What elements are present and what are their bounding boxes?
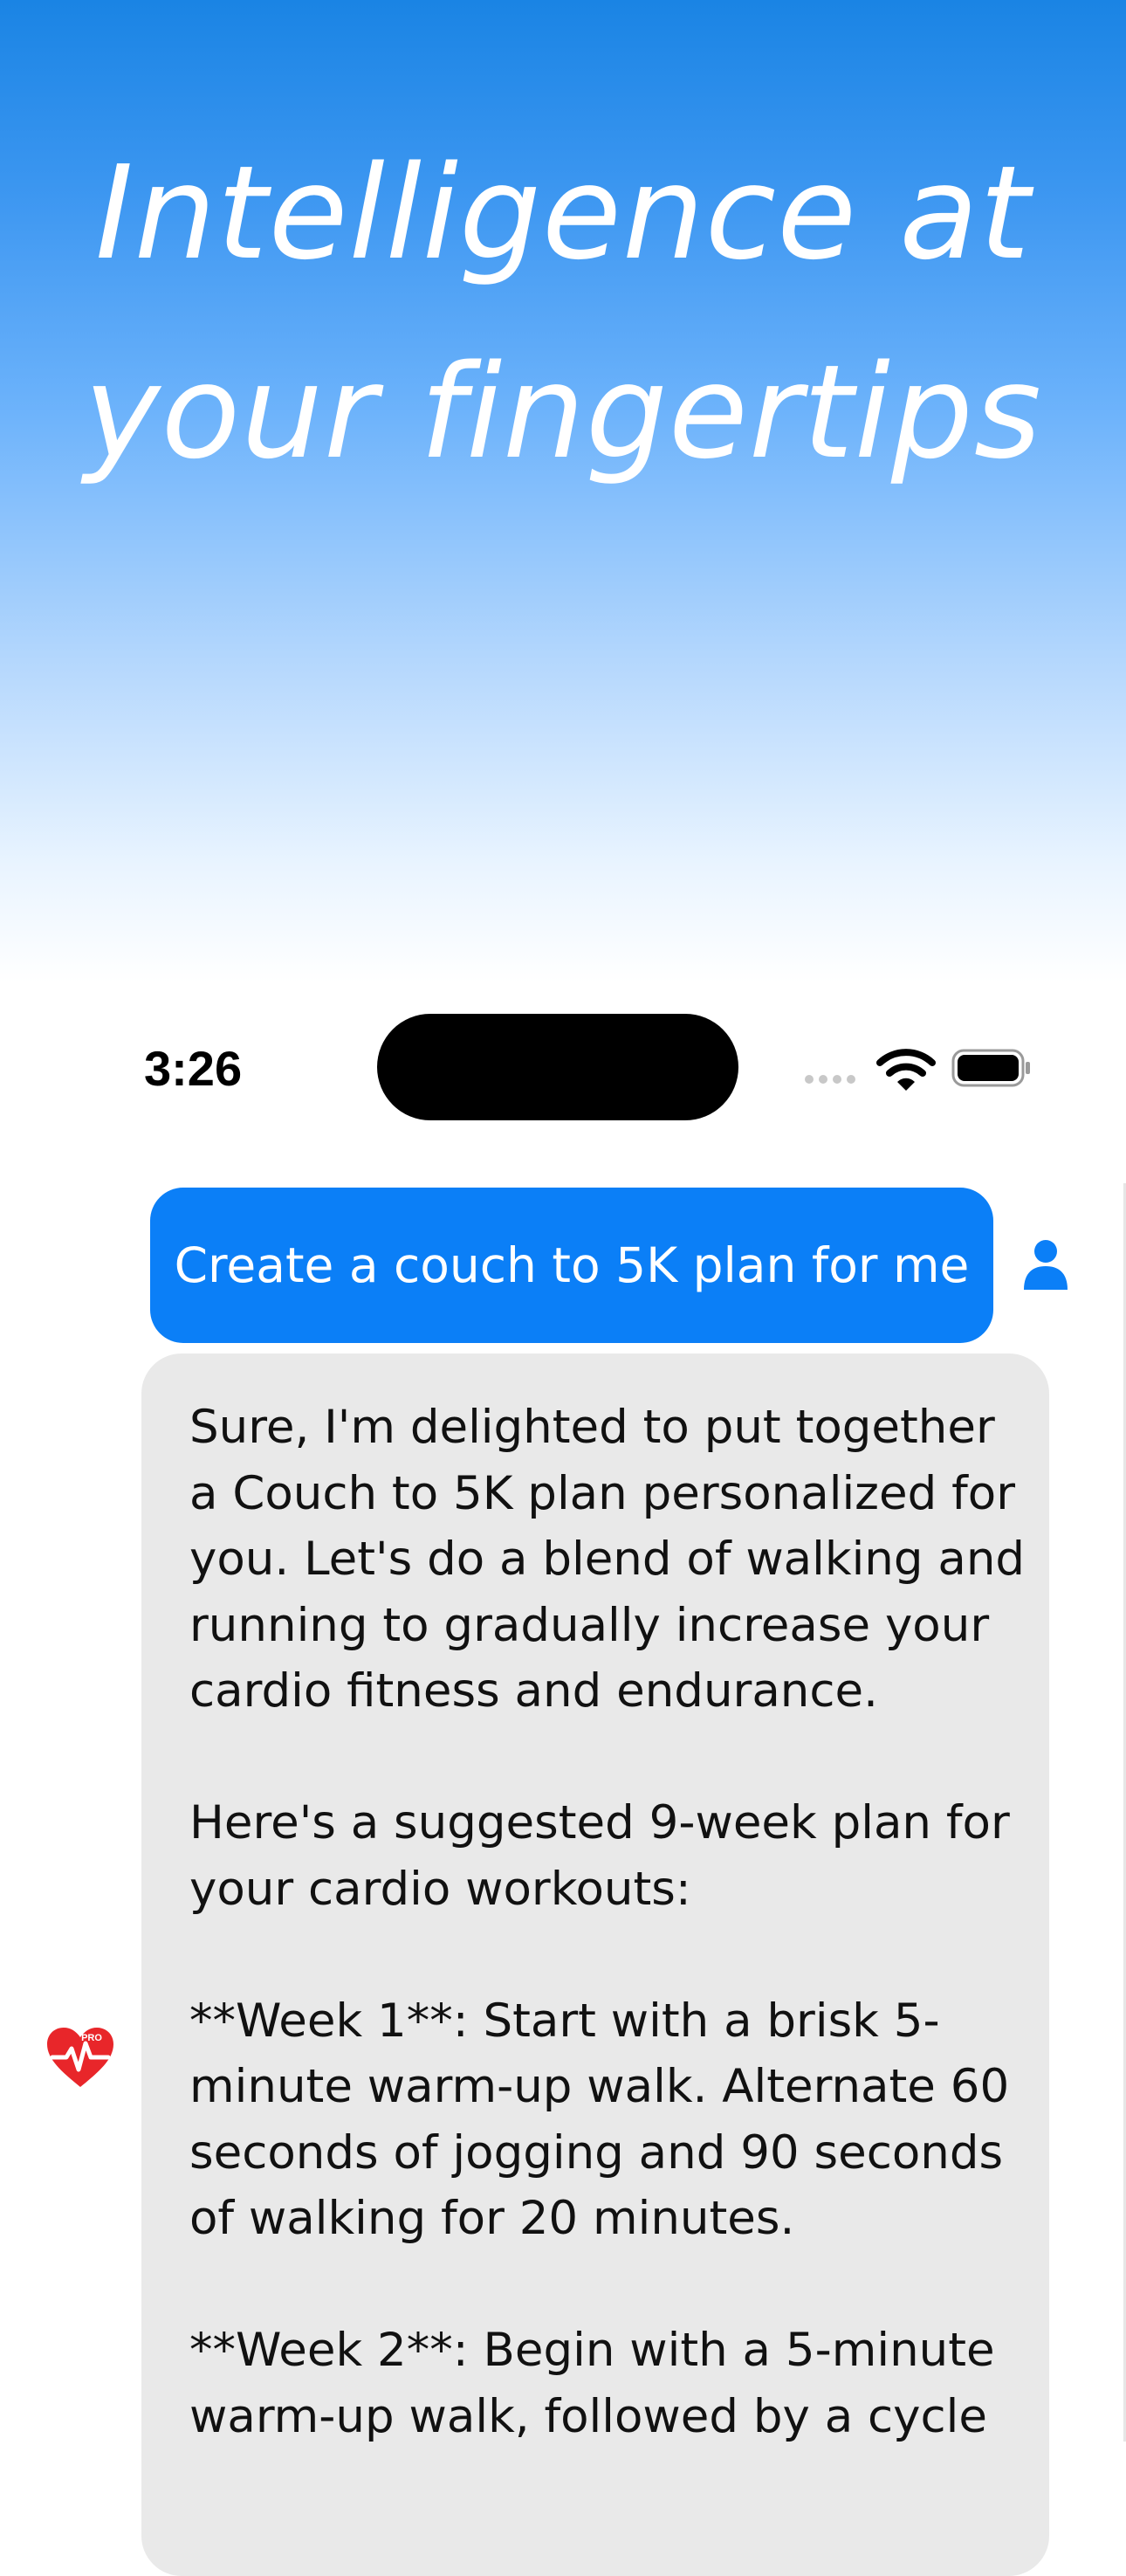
marketing-header: Intelligence at your fingertips	[0, 0, 1126, 982]
battery-icon	[951, 1049, 1030, 1087]
user-avatar-icon	[1024, 1240, 1068, 1290]
assistant-paragraph: **Week 1**: Start with a brisk 5-minute …	[189, 1994, 1010, 2246]
pro-badge-text: PRO	[81, 2033, 102, 2043]
assistant-paragraph: **Week 2**: Begin with a 5-minute warm-u…	[189, 2324, 995, 2443]
wifi-icon	[876, 1049, 936, 1091]
phone-screen: 3:26 Create a couch to 5K plan for me Su…	[0, 982, 1126, 2576]
assistant-message-text: Sure, I'm delighted to put together a Co…	[189, 1395, 1027, 2449]
headline: Intelligence at your fingertips	[0, 114, 1126, 512]
user-message-text: Create a couch to 5K plan for me	[174, 1237, 970, 1293]
heart-rate-app-icon: PRO	[47, 2028, 113, 2087]
status-time: 3:26	[144, 1041, 243, 1096]
dynamic-island	[377, 1014, 738, 1120]
signal-dots-icon	[805, 1075, 855, 1084]
headline-line-2: your fingertips	[84, 337, 1042, 487]
assistant-paragraph: Sure, I'm delighted to put together a Co…	[189, 1401, 1026, 1718]
user-message-bubble: Create a couch to 5K plan for me	[150, 1188, 993, 1343]
headline-line-1: Intelligence at	[95, 138, 1031, 288]
assistant-paragraph: Here's a suggested 9-week plan for your …	[189, 1796, 1010, 1916]
